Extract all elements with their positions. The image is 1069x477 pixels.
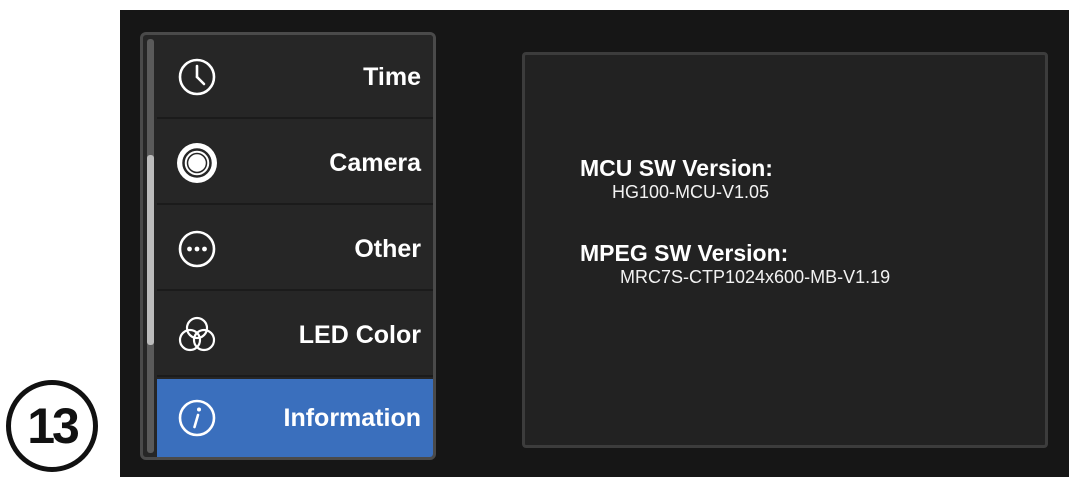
- more-icon: [175, 227, 219, 271]
- menu-item-label: Time: [363, 63, 421, 91]
- menu-item-label: Information: [283, 404, 422, 432]
- information-panel: MCU SW Version: HG100-MCU-V1.05 MPEG SW …: [522, 52, 1048, 448]
- menu-item-information[interactable]: Information: [157, 379, 433, 457]
- menu-item-other[interactable]: Other: [157, 207, 433, 291]
- menu-item-label: LED Color: [298, 321, 421, 349]
- step-number-marker: 13: [6, 380, 98, 472]
- mpeg-version-label: MPEG SW Version:: [580, 240, 789, 266]
- mcu-version-label: MCU SW Version:: [580, 155, 773, 181]
- mcu-version-block: MCU SW Version: HG100-MCU-V1.05: [580, 155, 773, 203]
- menu-item-time[interactable]: Time: [157, 35, 433, 119]
- mpeg-version-value: MRC7S-CTP1024x600-MB-V1.19: [620, 267, 891, 287]
- clock-icon: [175, 55, 219, 99]
- menu-item-led-color[interactable]: LED Color: [157, 293, 433, 377]
- menu-item-label: Camera: [329, 149, 421, 177]
- menu-item-camera[interactable]: Camera: [157, 121, 433, 205]
- mpeg-version-block: MPEG SW Version: MRC7S-CTP1024x600-MB-V1…: [580, 240, 890, 288]
- menu-scrollbar-thumb[interactable]: [147, 155, 154, 345]
- menu-item-label: Other: [354, 235, 421, 263]
- settings-menu: Time Camera Other LED Color Information: [140, 32, 436, 460]
- device-screen: MCU SW Version: HG100-MCU-V1.05 MPEG SW …: [120, 10, 1069, 477]
- color-circles-icon: [175, 313, 219, 357]
- mcu-version-value: HG100-MCU-V1.05: [612, 182, 770, 202]
- camera-icon: [175, 141, 219, 185]
- info-icon: [175, 396, 219, 440]
